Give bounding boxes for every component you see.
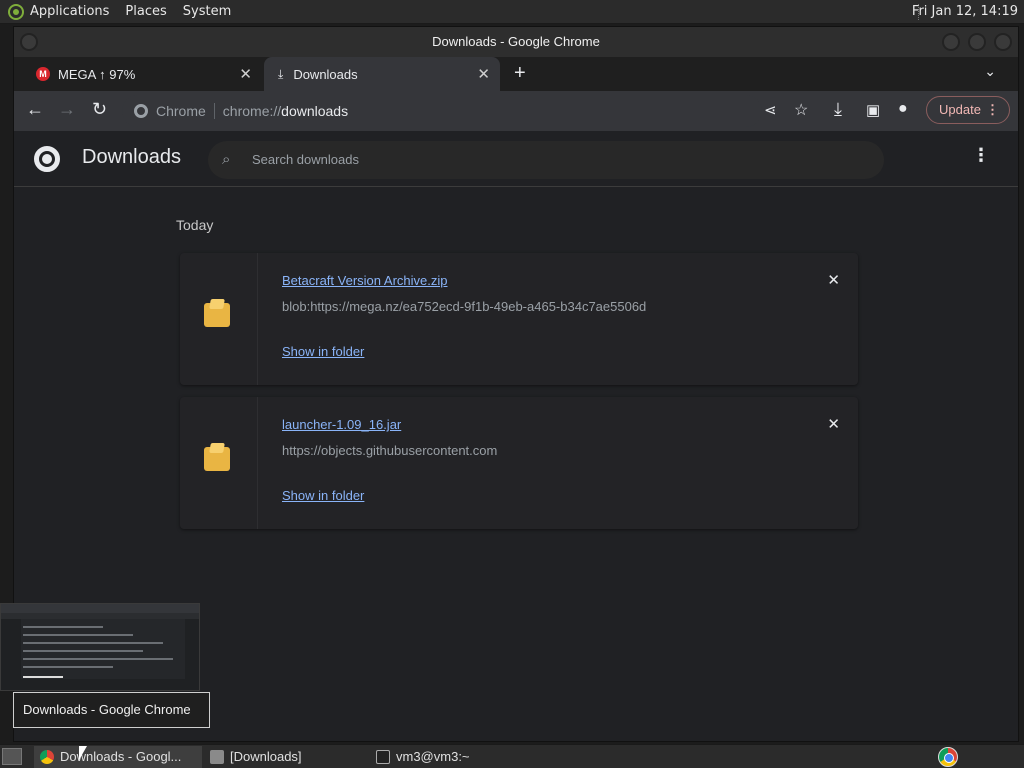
url-scheme: chrome://	[222, 103, 282, 119]
minimize-icon[interactable]	[942, 33, 960, 51]
browser-toolbar: ← → ↻ Chrome chrome:// downloads ⋖ ☆ ⤓ ▣…	[14, 91, 1018, 131]
show-desktop-icon[interactable]	[2, 748, 22, 765]
file-name-link[interactable]: Betacraft Version Archive.zip	[282, 273, 447, 288]
more-menu-icon[interactable]: ⋮	[986, 97, 999, 123]
show-in-folder-link[interactable]: Show in folder	[282, 344, 364, 359]
close-window-icon[interactable]	[994, 33, 1012, 51]
search-placeholder: Search downloads	[252, 152, 359, 167]
file-name-link[interactable]: launcher-1.09_16.jar	[282, 417, 401, 432]
folder-icon	[210, 750, 224, 764]
downloads-toolbar-icon[interactable]: ⤓	[834, 99, 842, 120]
taskbar-item-folder[interactable]: [Downloads]	[204, 746, 364, 768]
thumb-tabbar	[1, 604, 199, 613]
system-menu[interactable]: System	[183, 4, 231, 19]
page-title: Downloads	[82, 146, 181, 168]
close-tab-icon[interactable]: ✕	[477, 65, 490, 83]
chrome-site-icon	[134, 104, 148, 118]
update-button[interactable]: Update ⋮	[926, 96, 1010, 124]
download-icon: ⤓	[278, 66, 284, 81]
reload-icon[interactable]: ↻	[92, 99, 107, 120]
file-icon-area	[180, 253, 258, 385]
chrome-logo-icon	[34, 146, 60, 172]
file-icon-area	[180, 397, 258, 529]
date-heading: Today	[176, 217, 214, 233]
window-title: Downloads - Google Chrome	[432, 34, 600, 49]
tab-search-chevron-icon[interactable]: ⌄	[984, 63, 996, 80]
thumb-line	[23, 642, 163, 644]
url-host: downloads	[281, 103, 349, 119]
share-icon[interactable]: ⋖	[764, 101, 777, 119]
tab-strip: M MEGA ↑ 97% ✕ ⤓ Downloads ✕ + ⌄	[14, 57, 1018, 91]
applications-menu[interactable]: Applications	[30, 4, 109, 19]
update-label: Update	[939, 102, 981, 117]
show-in-folder-link[interactable]: Show in folder	[282, 488, 364, 503]
taskbar-item-chrome[interactable]: Downloads - Googl...	[34, 746, 202, 768]
thumb-page	[21, 619, 185, 679]
chrome-icon	[40, 750, 54, 764]
thumb-line	[23, 666, 113, 668]
tab-mega[interactable]: M MEGA ↑ 97% ✕	[22, 57, 262, 91]
task-label: vm3@vm3:~	[396, 749, 470, 764]
thumb-line	[23, 626, 103, 628]
search-icon: ⌕	[222, 151, 231, 168]
top-panel: Applications Places System Fri Jan 12, 1…	[0, 0, 1024, 24]
tab-downloads[interactable]: ⤓ Downloads ✕	[264, 57, 500, 91]
clock[interactable]: Fri Jan 12, 14:19	[912, 4, 1018, 19]
source-url: https://objects.githubusercontent.com	[282, 443, 498, 458]
side-panel-icon[interactable]: ▣	[866, 101, 880, 119]
page-menu-icon[interactable]: ⋮	[972, 145, 990, 166]
download-item: Betacraft Version Archive.zip blob:https…	[180, 253, 858, 385]
mega-icon: M	[36, 67, 50, 81]
thumb-line	[23, 658, 173, 660]
close-tab-icon[interactable]: ✕	[239, 65, 252, 83]
tab-label: MEGA ↑ 97%	[58, 66, 136, 82]
maximize-icon[interactable]	[968, 33, 986, 51]
window-menu-icon[interactable]	[20, 33, 38, 51]
remove-item-icon[interactable]: ✕	[827, 271, 840, 289]
new-tab-button[interactable]: +	[514, 62, 526, 85]
thumb-button	[23, 676, 63, 678]
downloads-header: Downloads ⌕ Search downloads ⋮	[14, 131, 1018, 187]
archive-file-icon	[204, 303, 230, 327]
mouse-cursor-icon	[79, 746, 87, 760]
window-titlebar[interactable]: Downloads - Google Chrome	[14, 27, 1018, 57]
taskbar-item-terminal[interactable]: vm3@vm3:~	[370, 746, 530, 768]
terminal-icon	[376, 750, 390, 764]
task-label: [Downloads]	[230, 749, 302, 764]
source-url: blob:https://mega.nz/ea752ecd-9f1b-49eb-…	[282, 299, 647, 314]
archive-file-icon	[204, 447, 230, 471]
profile-icon[interactable]: ●	[898, 100, 908, 118]
bookmark-star-icon[interactable]: ☆	[794, 100, 808, 120]
remove-item-icon[interactable]: ✕	[827, 415, 840, 433]
search-input[interactable]: ⌕ Search downloads	[208, 141, 884, 179]
taskbar-tooltip: Downloads - Google Chrome	[13, 692, 210, 728]
download-item: launcher-1.09_16.jar https://objects.git…	[180, 397, 858, 529]
window-preview-thumbnail[interactable]	[0, 603, 200, 691]
site-chip: Chrome	[156, 103, 215, 119]
forward-icon[interactable]: →	[58, 99, 76, 120]
taskbar: Downloads - Googl... [Downloads] vm3@vm3…	[0, 744, 1024, 768]
thumb-line	[23, 650, 143, 652]
distro-logo-icon[interactable]	[8, 3, 24, 20]
tab-label: Downloads	[293, 66, 358, 82]
thumb-line	[23, 634, 133, 636]
address-bar[interactable]: Chrome chrome:// downloads	[122, 95, 762, 127]
back-icon[interactable]: ←	[26, 99, 44, 120]
tray-chrome-icon[interactable]	[938, 747, 958, 767]
places-menu[interactable]: Places	[125, 4, 166, 19]
